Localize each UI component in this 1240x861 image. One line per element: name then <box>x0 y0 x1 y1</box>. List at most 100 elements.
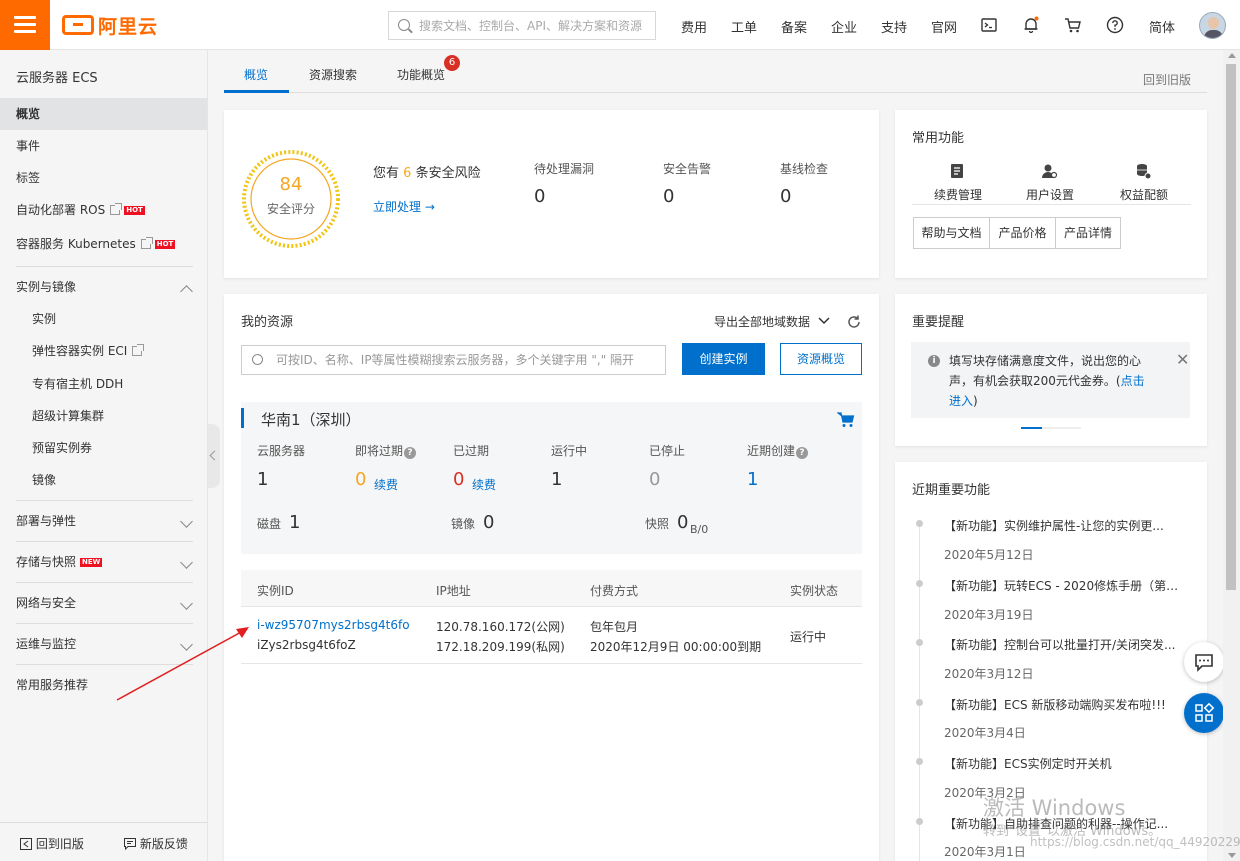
sidebar-group-ops[interactable]: 运维与监控 <box>0 628 207 660</box>
risk-summary: 您有 6 条安全风险 <box>373 162 481 181</box>
scroll-up-arrow[interactable] <box>1228 53 1236 58</box>
question-icon[interactable]: ? <box>796 447 809 459</box>
nav-icp[interactable]: 备案 <box>781 17 807 36</box>
menu-icon[interactable] <box>0 0 50 50</box>
stopped-value[interactable]: 0 <box>649 469 660 490</box>
sidebar-group-storage[interactable]: 存储与快照 NEW <box>0 546 207 578</box>
renew-management-link[interactable]: 续费管理 <box>934 186 982 203</box>
expired-value[interactable]: 0 <box>453 469 464 490</box>
servers-value[interactable]: 1 <box>257 469 268 490</box>
tab-bar: 概览 资源搜索 功能概览 6 回到旧版 <box>224 50 1207 93</box>
sidebar-item-ddh[interactable]: 专有宿主机 DDH <box>0 368 207 400</box>
nav-billing[interactable]: 费用 <box>681 17 707 36</box>
quota-link[interactable]: 权益配额 <box>1120 186 1168 203</box>
feature-item[interactable]: 【新功能】ECS实例定时开关机 <box>944 755 1184 772</box>
tab-resource-search[interactable]: 资源搜索 <box>309 66 357 83</box>
sidebar-group-deploy[interactable]: 部署与弹性 <box>0 505 207 537</box>
sidebar-item-label: 超级计算集群 <box>32 409 105 423</box>
sidebar-group-label: 运维与监控 <box>16 637 77 651</box>
global-search-input[interactable] <box>419 15 649 36</box>
aliyun-logo-mark <box>62 15 94 35</box>
export-all-regions[interactable]: 导出全部地域数据 <box>714 313 830 330</box>
sidebar-item-events[interactable]: 事件 <box>0 130 207 162</box>
timeline-line <box>919 522 920 861</box>
expiring-renew-link[interactable]: 续费 <box>374 476 398 493</box>
security-score-label: 安全评分 <box>266 202 315 216</box>
pricing-button[interactable]: 产品价格 <box>989 217 1056 249</box>
resource-search-input[interactable] <box>276 350 661 370</box>
close-icon[interactable]: ✕ <box>1176 352 1189 368</box>
nav-ticket[interactable]: 工单 <box>731 17 757 36</box>
feature-item[interactable]: 【新功能】控制台可以批量打开/关闭突发... <box>944 636 1184 653</box>
resource-overview-button[interactable]: 资源概览 <box>780 343 862 375</box>
snapshot-value[interactable]: 0 <box>677 512 688 533</box>
sidebar-item-eci[interactable]: 弹性容器实例 ECI <box>0 335 207 367</box>
sidebar-group-instance-image[interactable]: 实例与镜像 <box>0 271 207 303</box>
tab-feature-overview[interactable]: 功能概览 <box>397 66 445 83</box>
scroll-thumb[interactable] <box>1226 64 1236 590</box>
cart-icon[interactable] <box>836 412 855 428</box>
resource-search[interactable] <box>241 345 666 375</box>
recent-value[interactable]: 1 <box>747 469 758 490</box>
nav-support[interactable]: 支持 <box>881 17 907 36</box>
product-details-button[interactable]: 产品详情 <box>1055 217 1121 249</box>
expiring-value[interactable]: 0 <box>355 469 366 490</box>
terminal-icon[interactable] <box>979 15 999 35</box>
vuln-value[interactable]: 0 <box>534 186 545 207</box>
external-link-icon <box>110 203 123 215</box>
help-icon[interactable] <box>1105 15 1125 35</box>
sidebar-item-overview[interactable]: 概览 <box>0 98 207 130</box>
back-old-version-button[interactable]: 回到旧版 <box>20 835 84 852</box>
bell-icon[interactable] <box>1021 15 1041 35</box>
alert-value[interactable]: 0 <box>663 186 674 207</box>
instance-id-link[interactable]: i-wz95707mys2rbsg4t6fo <box>257 618 410 632</box>
sidebar-item-reserved[interactable]: 预留实例券 <box>0 432 207 464</box>
language-switch[interactable]: 简体 <box>1149 17 1175 36</box>
image-value[interactable]: 0 <box>483 512 494 533</box>
sidebar-group-label: 部署与弹性 <box>16 514 77 528</box>
user-settings-link[interactable]: 用户设置 <box>1026 186 1074 203</box>
snapshot-unit: B/0 <box>690 523 709 536</box>
handle-now-link[interactable]: 立即处理 → <box>373 198 435 215</box>
expired-renew-link[interactable]: 续费 <box>472 476 496 493</box>
sidebar-item-kubernetes[interactable]: 容器服务 Kubernetes HOT <box>0 228 207 260</box>
timeline-dot <box>916 580 923 587</box>
feature-item[interactable]: 【新功能】实例维护属性-让您的实例更... <box>944 517 1184 534</box>
csdn-watermark: https://blog.csdn.net/qq_44920229 <box>1030 835 1240 849</box>
nav-enterprise[interactable]: 企业 <box>831 17 857 36</box>
sidebar-item-images[interactable]: 镜像 <box>0 464 207 496</box>
scroll-down-arrow[interactable] <box>1228 853 1236 858</box>
question-icon[interactable]: ? <box>404 447 417 459</box>
page-scrollbar[interactable] <box>1223 50 1240 861</box>
aliyun-logo[interactable]: 阿里云 <box>62 13 158 38</box>
sidebar-footer: 回到旧版 新版反馈 <box>0 822 207 861</box>
cart-icon[interactable] <box>1063 15 1083 35</box>
sidebar-collapse-handle[interactable] <box>208 424 220 488</box>
region-summary: 华南1（深圳） 云服务器 1 即将过期? 0 续费 已过期 0 续费 运行中 1… <box>241 402 862 554</box>
chat-button[interactable] <box>1184 642 1224 682</box>
baseline-value[interactable]: 0 <box>780 186 791 207</box>
global-search[interactable] <box>388 11 656 40</box>
tab-overview[interactable]: 概览 <box>244 66 268 83</box>
export-label: 导出全部地域数据 <box>714 315 811 329</box>
feature-item[interactable]: 【新功能】玩转ECS - 2020修炼手册（第1... <box>944 577 1184 594</box>
disk-value[interactable]: 1 <box>289 512 300 533</box>
sidebar-item-ros[interactable]: 自动化部署 ROS HOT <box>0 194 207 226</box>
instance-name: iZys2rbsg4t6foZ <box>257 638 356 652</box>
nav-official[interactable]: 官网 <box>931 17 957 36</box>
running-value[interactable]: 1 <box>551 469 562 490</box>
sidebar-group-network[interactable]: 网络与安全 <box>0 587 207 619</box>
refresh-icon[interactable] <box>846 314 862 330</box>
sidebar-item-instance[interactable]: 实例 <box>0 303 207 335</box>
avatar[interactable] <box>1199 12 1226 39</box>
sidebar-item-common-services[interactable]: 常用服务推荐 <box>0 669 207 701</box>
create-instance-button[interactable]: 创建实例 <box>682 343 765 375</box>
carousel-indicator[interactable] <box>1021 427 1042 429</box>
sidebar-item-scc[interactable]: 超级计算集群 <box>0 400 207 432</box>
feedback-button[interactable]: 新版反馈 <box>124 835 188 852</box>
back-old-link[interactable]: 回到旧版 <box>1143 71 1191 88</box>
feature-item[interactable]: 【新功能】ECS 新版移动端购买发布啦!!! <box>944 696 1184 713</box>
sidebar-item-tags[interactable]: 标签 <box>0 162 207 194</box>
apps-button[interactable] <box>1184 693 1224 733</box>
help-docs-button[interactable]: 帮助与文档 <box>913 217 990 249</box>
